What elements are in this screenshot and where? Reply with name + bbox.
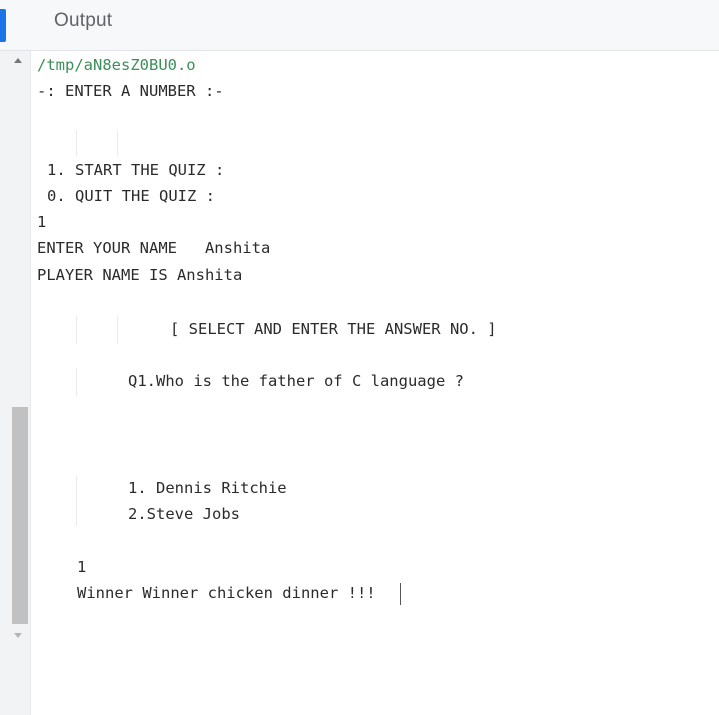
select-answer-prompt: [ SELECT AND ENTER THE ANSWER NO. ]	[170, 320, 497, 338]
indent-guide	[117, 316, 118, 344]
answer-option-1: 1. Dennis Ritchie	[128, 479, 287, 497]
indent-guide	[76, 368, 77, 396]
indent-guide	[76, 476, 77, 526]
menu-start-quiz: 1. START THE QUIZ :	[47, 161, 225, 179]
scrollbar-thumb[interactable]	[12, 407, 28, 624]
question-text: Q1.Who is the father of C language ?	[128, 372, 464, 390]
tab-output[interactable]: Output	[54, 10, 112, 32]
enter-name-prompt: ENTER YOUR NAME Anshita	[37, 239, 271, 257]
indent-guide	[117, 130, 118, 156]
answer-option-2: 2.Steve Jobs	[128, 505, 240, 523]
text-cursor	[400, 583, 401, 605]
menu-quit-quiz: 0. QUIT THE QUIZ :	[47, 187, 215, 205]
output-file-path: /tmp/aN8esZ0BU0.o	[37, 56, 196, 74]
scroll-down-arrow-icon[interactable]	[14, 633, 22, 638]
user-input-choice: 1	[37, 213, 47, 231]
output-header: Output	[0, 0, 719, 51]
indent-guide	[76, 316, 77, 344]
user-answer-input: 1	[77, 558, 87, 576]
player-name-line: PLAYER NAME IS Anshita	[37, 266, 243, 284]
scroll-up-arrow-icon[interactable]	[14, 58, 22, 63]
enter-number-prompt: -: ENTER A NUMBER :-	[37, 82, 224, 100]
output-window: Output /tmp/aN8esZ0BU0.o -: ENTER A NUMB…	[0, 0, 719, 715]
active-panel-indicator	[0, 9, 6, 42]
result-message: Winner Winner chicken dinner !!!	[77, 584, 376, 602]
indent-guide	[76, 130, 77, 156]
